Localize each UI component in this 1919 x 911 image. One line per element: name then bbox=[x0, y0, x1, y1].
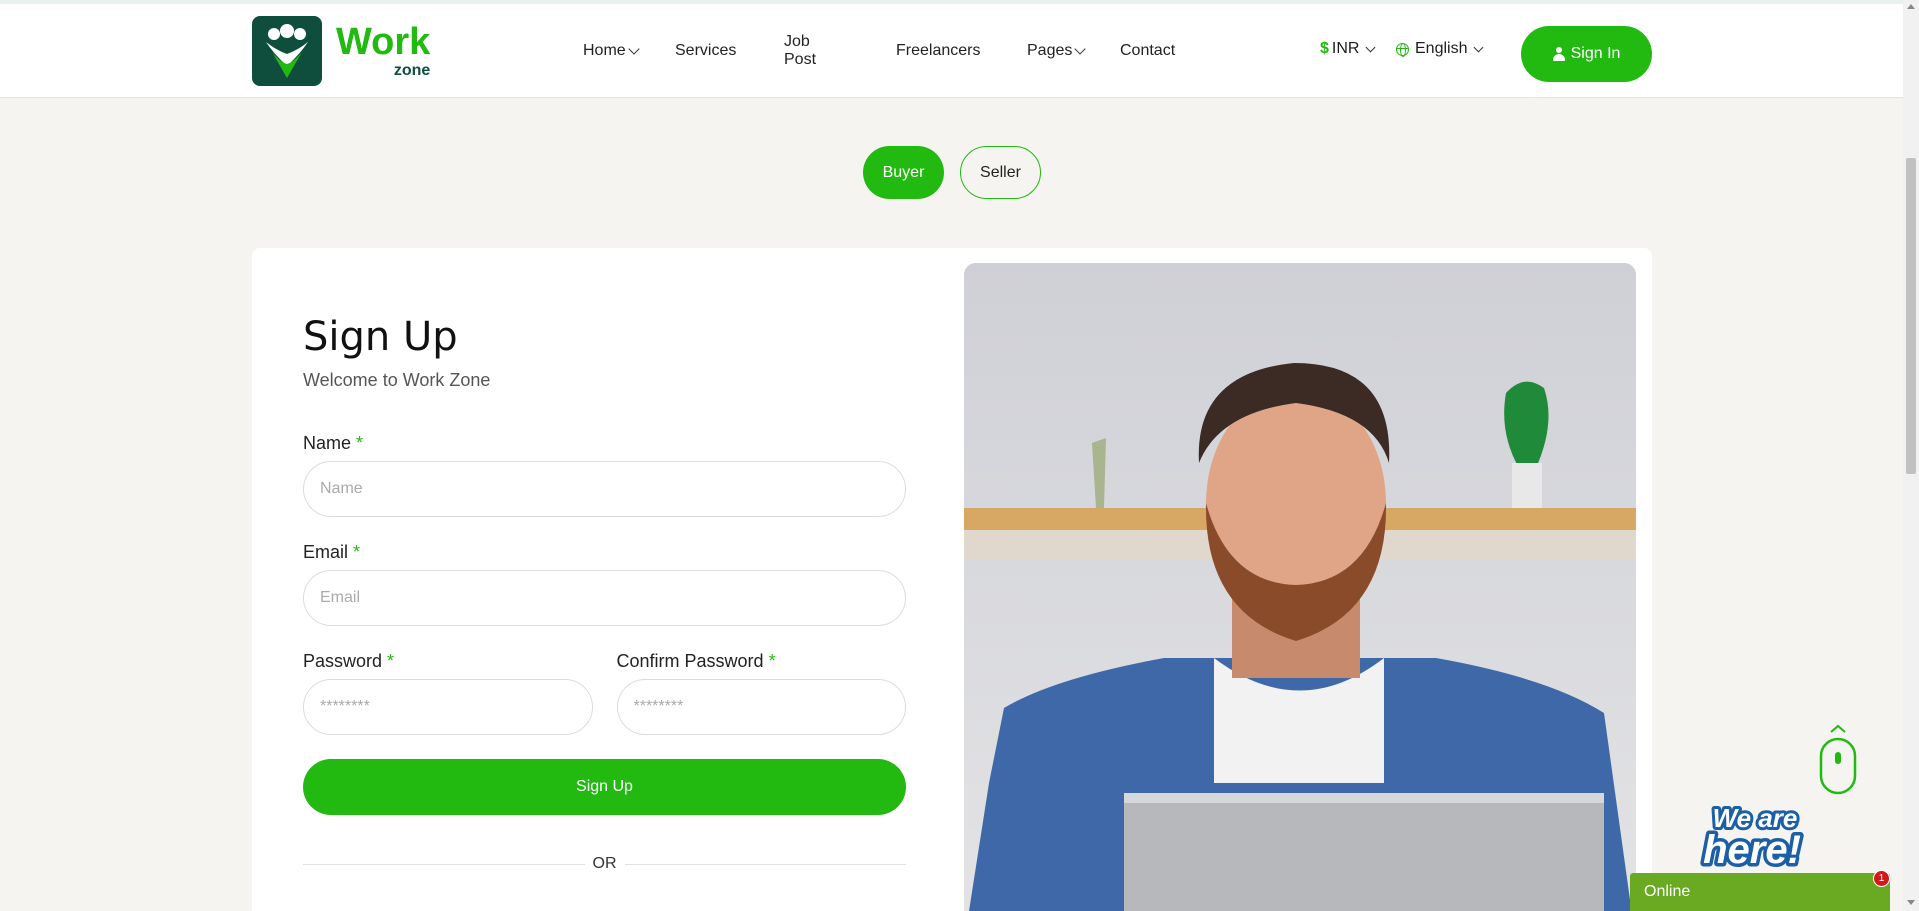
logo-mark-icon bbox=[252, 16, 322, 86]
user-icon bbox=[1552, 47, 1565, 61]
email-input[interactable] bbox=[303, 570, 906, 626]
role-toggle: Buyer Seller bbox=[863, 146, 1041, 199]
required-mark: * bbox=[356, 433, 364, 453]
dollar-icon: $ bbox=[1320, 40, 1329, 57]
currency-value: INR bbox=[1331, 40, 1360, 57]
brand-subname: zone bbox=[393, 62, 431, 79]
name-label-text: Name bbox=[303, 433, 352, 453]
globe-icon bbox=[1396, 42, 1409, 57]
nav-contact[interactable]: Contact bbox=[1120, 42, 1175, 60]
nav-job-post-label: Job Post bbox=[784, 33, 817, 68]
seller-tab[interactable]: Seller bbox=[960, 146, 1041, 199]
scroll-down-icon[interactable] bbox=[1907, 900, 1915, 905]
email-label: Email * bbox=[303, 542, 906, 563]
password-group: Password * bbox=[303, 651, 593, 735]
buyer-tab[interactable]: Buyer bbox=[863, 146, 944, 199]
confirm-password-label-text: Confirm Password bbox=[616, 651, 764, 671]
nav-pages-label: Pages bbox=[1027, 42, 1073, 59]
chat-status-label: Online bbox=[1644, 883, 1691, 900]
we-are-here-banner[interactable]: We are here! bbox=[1680, 795, 1830, 876]
or-divider: OR bbox=[303, 853, 906, 875]
page-subtitle: Welcome to Work Zone bbox=[303, 370, 491, 390]
nav-freelancers-label: Freelancers bbox=[896, 42, 981, 59]
scroll-up-icon[interactable] bbox=[1907, 4, 1915, 9]
nav-home[interactable]: Home bbox=[583, 42, 640, 60]
name-label: Name * bbox=[303, 433, 906, 454]
currency-selector[interactable]: $ INR bbox=[1320, 40, 1376, 58]
signup-card: Sign Up Welcome to Work Zone Name * Emai… bbox=[252, 248, 1652, 911]
chevron-down-icon bbox=[1366, 42, 1376, 52]
email-label-text: Email bbox=[303, 542, 349, 562]
chat-notification-badge: 1 bbox=[1873, 870, 1890, 887]
language-value: English bbox=[1415, 40, 1468, 57]
name-input[interactable] bbox=[303, 461, 906, 517]
confirm-password-label: Confirm Password * bbox=[617, 651, 907, 672]
password-label: Password * bbox=[303, 651, 593, 672]
required-mark: * bbox=[353, 542, 361, 562]
site-header: Work zone Home Services Job Post Freelan… bbox=[0, 4, 1903, 98]
hero-photo bbox=[964, 263, 1636, 911]
or-label: OR bbox=[584, 855, 625, 873]
language-selector[interactable]: English bbox=[1396, 40, 1484, 58]
chevron-down-icon bbox=[1474, 42, 1484, 52]
scroll-thumb[interactable] bbox=[1906, 158, 1916, 474]
page-scrollbar[interactable] bbox=[1903, 0, 1919, 911]
password-row: Password * Confirm Password * bbox=[303, 651, 906, 735]
nav-services[interactable]: Services bbox=[675, 42, 736, 60]
chevron-down-icon bbox=[628, 43, 640, 55]
nav-home-label: Home bbox=[583, 42, 626, 59]
brand-logo[interactable]: Work zone bbox=[252, 16, 430, 86]
nav-pages[interactable]: Pages bbox=[1027, 42, 1087, 60]
nav-services-label: Services bbox=[675, 42, 737, 59]
sign-in-button[interactable]: Sign In bbox=[1521, 26, 1652, 82]
required-mark: * bbox=[768, 651, 776, 671]
nav-freelancers[interactable]: Freelancers bbox=[896, 42, 980, 60]
password-label-text: Password bbox=[303, 651, 383, 671]
nav-contact-label: Contact bbox=[1120, 42, 1176, 59]
signup-form: Sign Up Welcome to Work Zone Name * Emai… bbox=[303, 314, 906, 875]
password-input[interactable] bbox=[303, 679, 593, 735]
email-group: Email * bbox=[303, 542, 906, 626]
required-mark: * bbox=[387, 651, 395, 671]
chevron-down-icon bbox=[1074, 43, 1087, 55]
page-title: Sign Up bbox=[303, 314, 458, 360]
confirm-password-group: Confirm Password * bbox=[616, 651, 907, 735]
sign-up-button[interactable]: Sign Up bbox=[303, 759, 906, 815]
name-group: Name * bbox=[303, 433, 906, 517]
scroll-to-top-mouse-icon[interactable] bbox=[1818, 722, 1858, 802]
confirm-password-input[interactable] bbox=[616, 679, 906, 735]
brand-name: Work bbox=[336, 21, 431, 63]
sign-in-label: Sign In bbox=[1570, 45, 1621, 62]
nav-job-post[interactable]: Job Post bbox=[784, 33, 816, 69]
svg-text:here!: here! bbox=[1703, 828, 1801, 872]
chat-status-bar[interactable]: Online bbox=[1630, 873, 1890, 911]
